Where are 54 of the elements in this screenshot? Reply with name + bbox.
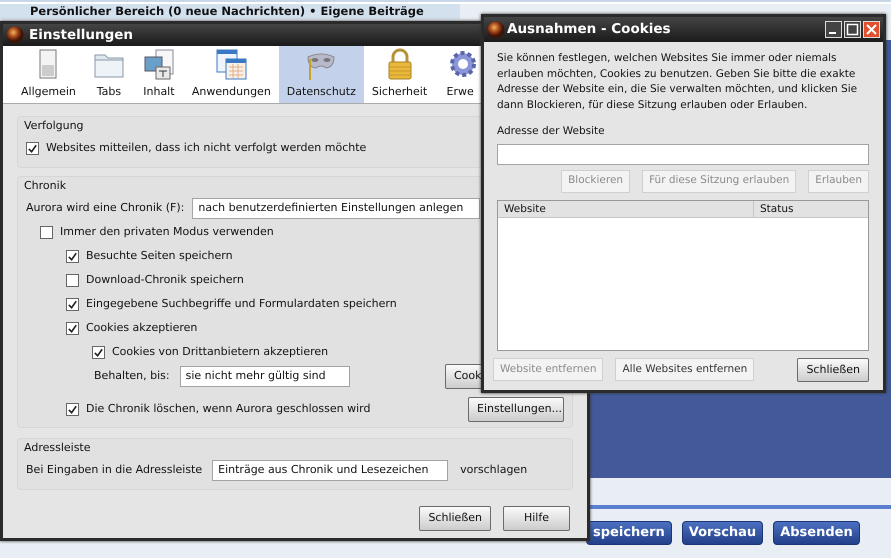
dropdown[interactable]: Einträge aus Chronik und Lesezeichen	[212, 460, 448, 481]
maximize-icon	[844, 21, 861, 38]
window-title: Ausnahmen - Cookies	[507, 20, 672, 40]
settings-button[interactable]: Einstellungen...	[468, 396, 564, 422]
description-text: Sie können festlegen, welchen Websites Sie immer oder niemals erlauben möchten, Cookies zu benutzen. Geben Sie bitte die exakte Adresse der Website ein, die Sie verwalten möchten, und klicken Sie dann Blockieren, für diese Sitzung erlauben oder Erlauben.	[497, 51, 858, 112]
checkbox[interactable]	[66, 402, 79, 416]
form-button[interactable]: Absenden	[773, 521, 860, 544]
preferences-tab[interactable]: Allgemein	[13, 46, 84, 103]
page-header-link[interactable]: Persönlicher Bereich (0 neue Nachrichten) • Eigene Beiträge	[0, 4, 460, 19]
preferences-tab[interactable]: Anwendungen	[184, 46, 279, 103]
checkbox-label: Immer den privaten Modus verwenden	[60, 224, 274, 240]
field-label: vorschlagen	[460, 462, 528, 478]
dialog-button[interactable]: Hilfe	[503, 506, 570, 530]
minimize-icon	[825, 21, 842, 38]
column-header[interactable]: Status	[754, 200, 868, 218]
group-title: Chronik	[24, 178, 66, 194]
group-title: Verfolgung	[24, 118, 84, 134]
field-label: Bei Eingaben in die Adressleiste	[26, 462, 202, 478]
preferences-tab[interactable]: Sicherheit	[364, 46, 436, 103]
dropdown[interactable]: nach benutzerdefinierten Einstellungen anlegen	[192, 198, 480, 218]
address-input[interactable]	[497, 144, 869, 165]
checkbox-label: Cookies von Drittanbietern akzeptieren	[112, 344, 328, 360]
close-button[interactable]: Schließen	[797, 358, 869, 382]
preferences-tab[interactable]: Datenschutz	[278, 46, 364, 103]
checkbox-label: Websites mitteilen, dass ich nicht verfolgt werden möchte	[46, 140, 366, 156]
dialog-button[interactable]: Schließen	[419, 506, 491, 530]
field-label: Behalten, bis:	[94, 368, 170, 384]
checkbox[interactable]	[92, 346, 105, 358]
checkbox-label: Die Chronik löschen, wenn Aurora geschlossen wird	[86, 400, 370, 417]
application-windows-icon	[214, 46, 248, 80]
remove-button[interactable]: Alle Websites entfernen	[615, 358, 754, 381]
form-button[interactable]: Vorschau	[682, 521, 764, 544]
preferences-tab[interactable]: Inhalt	[134, 46, 184, 103]
checkbox-label: Download-Chronik speichern	[86, 272, 244, 288]
field-label: Aurora wird eine Chronik (F):	[26, 200, 184, 216]
checkbox-label: Eingegebene Suchbegriffe und Formulardaten speichern	[86, 296, 397, 312]
checkbox[interactable]	[66, 298, 79, 310]
checkbox[interactable]	[40, 226, 53, 238]
dropdown[interactable]: sie nicht mehr gültig sind	[180, 366, 350, 386]
checkbox-label: Besuchte Seiten speichern	[86, 248, 233, 264]
close-icon[interactable]	[863, 21, 880, 38]
app-logo-icon	[487, 20, 505, 38]
column-header[interactable]: Website	[498, 200, 754, 218]
preferences-tab[interactable]: Tabs	[84, 46, 134, 103]
app-logo-icon	[6, 26, 24, 44]
checkbox[interactable]	[66, 322, 79, 334]
window-title: Einstellungen	[29, 26, 134, 45]
checkbox[interactable]	[26, 142, 39, 155]
field-label: Adresse der Website	[497, 124, 606, 139]
checkbox[interactable]	[66, 274, 79, 286]
checkbox[interactable]	[66, 250, 79, 262]
form-button[interactable]: speichern	[586, 521, 672, 544]
group-title: Adressleiste	[24, 440, 91, 456]
checkbox-label: Cookies akzeptieren	[86, 320, 198, 336]
